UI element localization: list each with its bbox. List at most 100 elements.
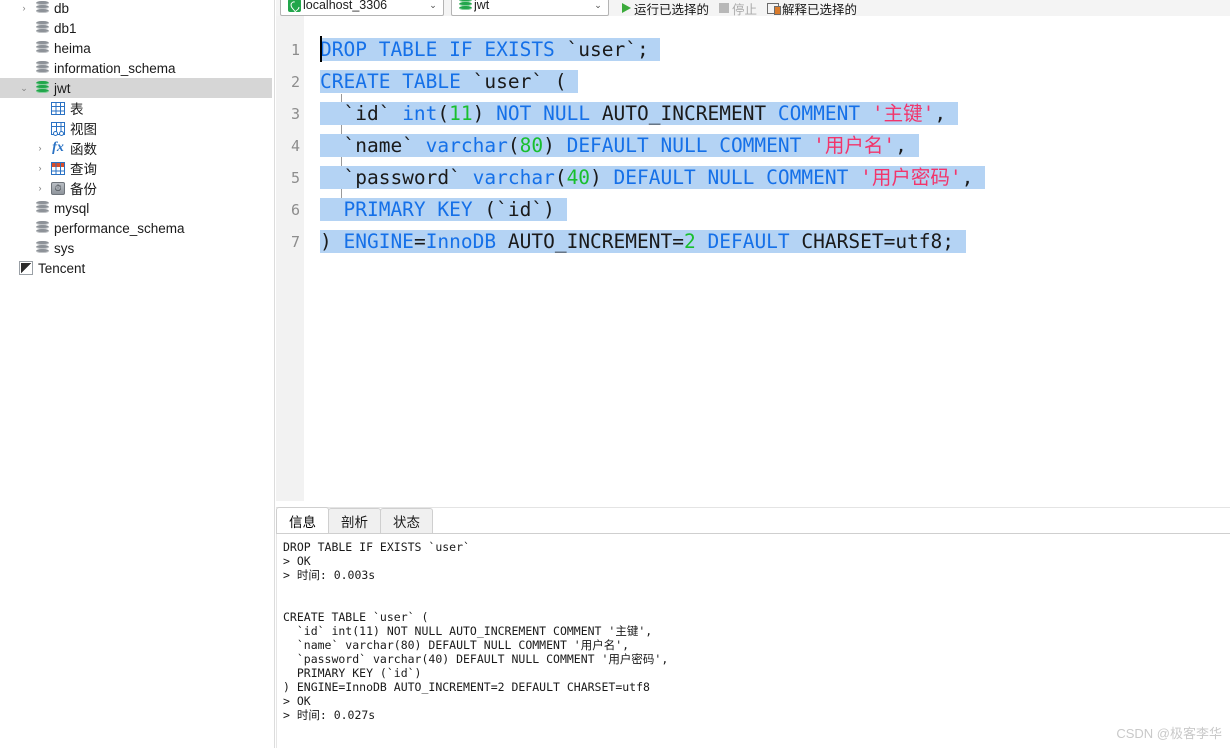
code-token-str: '主键' [871, 102, 935, 125]
code-line[interactable]: `id` int(11) NOT NULL AUTO_INCREMENT COM… [320, 98, 958, 130]
line-number: 2 [290, 73, 300, 91]
query-icon [48, 161, 68, 175]
code-line[interactable]: PRIMARY KEY (`id`) [320, 194, 567, 226]
code-line[interactable]: ) ENGINE=InnoDB AUTO_INCREMENT=2 DEFAULT… [320, 226, 966, 258]
line-number: 5 [290, 169, 300, 187]
code-line[interactable]: `name` varchar(80) DEFAULT NULL COMMENT … [320, 130, 919, 162]
chevron-right-icon: › [16, 44, 32, 53]
tree-item-label: 函数 [70, 142, 97, 157]
tree-item-label: 备份 [70, 182, 97, 197]
selection-highlight: DROP TABLE IF EXISTS `user`; [320, 38, 661, 61]
selection-tail [649, 38, 661, 61]
tree-item-information_schema[interactable]: › information_schema [0, 58, 272, 78]
stop-button[interactable]: 停止 [714, 0, 762, 16]
tree-item-label: db1 [54, 20, 77, 36]
tree-item-查询[interactable]: › 查询 [0, 158, 272, 178]
chevron-down-icon[interactable]: ⌄ [16, 83, 32, 93]
tree-item-sys[interactable]: › sys [0, 238, 272, 258]
chevron-right-icon: › [16, 24, 32, 33]
result-tabbar: 信息 剖析 状态 [276, 507, 1230, 534]
code-token-kw: COMMENT [719, 134, 814, 157]
run-selected-button[interactable]: 运行已选择的 [617, 0, 714, 16]
code-token-kw: PRIMARY KEY [343, 198, 485, 221]
code-token-kw: DEFAULT [707, 230, 790, 253]
table-icon [48, 101, 68, 115]
tree-item-Tencent[interactable]: › Tencent [0, 258, 272, 278]
sql-editor[interactable]: 1 2 3 4 5 6 7 DROP TABLE IF EXISTS `user`; CRE… [276, 16, 1230, 501]
code-token-str: '用户密码' [860, 166, 962, 189]
panel-splitter[interactable] [276, 501, 1230, 508]
tree-item-label: jwt [54, 80, 71, 96]
line-number-gutter: 1 2 3 4 5 6 7 [276, 16, 304, 501]
database-icon-green [32, 81, 52, 95]
log-line: PRIMARY KEY (`id`) [283, 666, 422, 680]
tree-item-label: 表 [70, 102, 84, 117]
explain-selected-button[interactable]: 解释已选择的 [762, 0, 862, 16]
code-token-pl: AUTO_INCREMENT= [496, 230, 684, 253]
sidebar-divider[interactable] [272, 0, 275, 748]
log-line: DROP TABLE IF EXISTS `user` [283, 540, 470, 554]
code-token-pl: `name` [320, 134, 426, 157]
result-tab-状态[interactable]: 状态 [380, 508, 433, 533]
code-fold-column[interactable] [304, 16, 348, 501]
chevron-right-icon: › [0, 264, 16, 273]
log-line: ) ENGINE=InnoDB AUTO_INCREMENT=2 DEFAULT… [283, 680, 650, 694]
line-number: 6 [290, 201, 300, 219]
selection-highlight: `password` varchar(40) DEFAULT NULL COMM… [320, 166, 986, 189]
connection-icon [285, 0, 303, 12]
tree-item-performance_schema[interactable]: › performance_schema [0, 218, 272, 238]
chevron-right-icon[interactable]: › [32, 163, 48, 173]
code-token-pl: , [934, 102, 947, 125]
code-token-pl: ) [590, 166, 614, 189]
log-line: `password` varchar(40) DEFAULT NULL COMM… [283, 652, 669, 666]
log-spacer [283, 582, 1224, 596]
chevron-right-icon: › [16, 204, 32, 213]
tree-item-函数[interactable]: › fx 函数 [0, 138, 272, 158]
chevron-down-icon[interactable]: ⌄ [590, 0, 606, 11]
code-token-pl: `user`; [566, 38, 649, 61]
tree-item-db1[interactable]: › db1 [0, 18, 272, 38]
tree-item-jwt[interactable]: ⌄ jwt [0, 78, 272, 98]
message-log[interactable]: DROP TABLE IF EXISTS `user` > OK > 时间: 0.0… [276, 534, 1230, 748]
chevron-right-icon[interactable]: › [32, 183, 48, 193]
explain-selected-label: 解释已选择的 [782, 2, 858, 17]
result-tab-剖析[interactable]: 剖析 [328, 508, 381, 533]
selection-tail [567, 70, 579, 93]
selection-tail [973, 166, 985, 189]
selection-tail [954, 230, 966, 253]
code-line[interactable]: `password` varchar(40) DEFAULT NULL COMM… [320, 162, 986, 194]
tree-item-mysql[interactable]: › mysql [0, 198, 272, 218]
chevron-right-icon[interactable]: › [32, 143, 48, 153]
sql-code-area[interactable]: DROP TABLE IF EXISTS `user`; CREATE TABL… [320, 16, 1230, 501]
tree-item-视图[interactable]: › 视图 [0, 118, 272, 138]
tree-item-db[interactable]: › db [0, 0, 272, 18]
line-number: 1 [290, 41, 300, 59]
code-line[interactable]: DROP TABLE IF EXISTS `user`; [320, 34, 661, 66]
code-token-kw: DEFAULT NULL [613, 166, 767, 189]
code-token-pl: ( [437, 102, 450, 125]
chevron-right-icon[interactable]: › [16, 3, 32, 13]
chevron-right-icon: › [32, 104, 48, 113]
database-tree-sidebar[interactable]: ›db›db1›heima›information_schema⌄jwt›表›视… [0, 0, 272, 748]
code-token-pl: `user` ( [472, 70, 567, 93]
log-spacer [283, 596, 1224, 610]
connection-select[interactable]: localhost_3306 ⌄ [280, 0, 444, 16]
tree-item-label: performance_schema [54, 220, 185, 236]
code-line[interactable]: CREATE TABLE `user` ( [320, 66, 579, 98]
chevron-down-icon[interactable]: ⌄ [425, 0, 441, 11]
code-token-kw: DEFAULT NULL [566, 134, 720, 157]
editor-toolbar: localhost_3306 ⌄ jwt ⌄ 运行已选择的 停止 解释已选择的 [276, 0, 1230, 16]
tree-item-备份[interactable]: › ⏱ 备份 [0, 178, 272, 198]
database-icon [32, 241, 52, 255]
code-token-pl: `password` [320, 166, 473, 189]
result-tab-信息[interactable]: 信息 [276, 507, 329, 533]
tree-item-heima[interactable]: › heima [0, 38, 272, 58]
explain-icon [767, 2, 782, 15]
chevron-right-icon: › [32, 124, 48, 133]
run-selected-label: 运行已选择的 [634, 2, 710, 17]
tree-item-表[interactable]: ›表 [0, 98, 272, 118]
database-icon [456, 0, 474, 12]
code-token-pl: = [413, 230, 426, 253]
tree-item-label: mysql [54, 200, 90, 216]
database-select[interactable]: jwt ⌄ [451, 0, 609, 16]
